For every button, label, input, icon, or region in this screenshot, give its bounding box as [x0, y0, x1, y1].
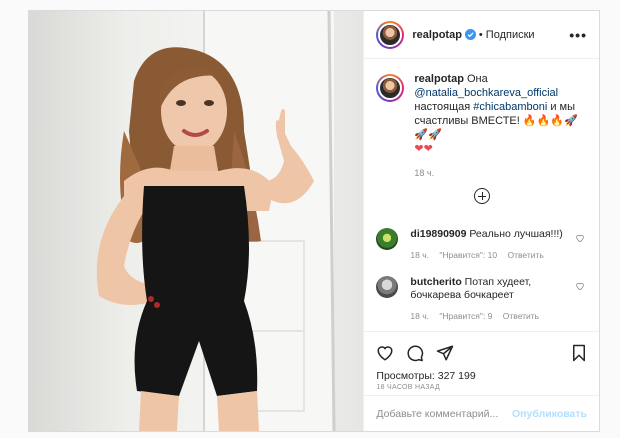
views-count[interactable]: Просмотры: 327 199 — [376, 370, 587, 382]
comment-reply-button[interactable]: Ответить — [503, 311, 539, 321]
comment-input[interactable] — [376, 407, 513, 420]
caption-time[interactable]: 18 ч. — [414, 166, 584, 180]
caption-text-2: настоящая — [414, 101, 471, 113]
comment-avatar[interactable] — [376, 228, 399, 250]
share-paper-plane-icon[interactable] — [436, 344, 454, 362]
comment-bubble-icon[interactable] — [406, 344, 424, 362]
like-heart-icon[interactable] — [376, 344, 394, 362]
comment-text: Реально лучшая!!!) — [469, 228, 563, 240]
post-header: realpotap • Подписки ••• — [364, 11, 599, 59]
caption-avatar[interactable] — [376, 74, 405, 102]
post-age[interactable]: 18 ЧАСОВ НАЗАД — [376, 384, 440, 391]
caption-text-1: Она — [466, 73, 488, 85]
author-avatar[interactable] — [376, 20, 405, 49]
comment-body: butcherito Потап худеет, бочкарева бочка… — [410, 276, 570, 323]
verified-badge-icon — [464, 29, 476, 40]
comments-section: realpotap Она @natalia_bochkareva_offici… — [364, 60, 599, 330]
separator-dot: • — [478, 28, 483, 41]
publish-button[interactable]: Опубликовать — [512, 408, 587, 420]
caption-hearts: ❤❤ — [414, 143, 433, 155]
add-comment-bar: Опубликовать — [364, 395, 599, 431]
comment-reply-button[interactable]: Ответить — [508, 250, 544, 260]
caption-mention[interactable]: @natalia_bochkareva_official — [414, 87, 558, 99]
photo-illustration — [96, 11, 336, 431]
comment-item: di19890909 Реально лучшая!!!) 18 ч. "Нра… — [376, 228, 587, 262]
caption-body: realpotap Она @natalia_bochkareva_offici… — [414, 72, 584, 180]
comment-item: butcherito Потап худеет, бочкарева бочка… — [376, 276, 587, 323]
comment-like-heart-icon[interactable] — [575, 281, 585, 291]
comment-username[interactable]: butcherito — [410, 276, 461, 288]
comment-body: di19890909 Реально лучшая!!!) 18 ч. "Нра… — [410, 228, 570, 262]
caption-hashtag[interactable]: #chicabamboni — [473, 101, 547, 113]
more-options-icon[interactable]: ••• — [569, 27, 587, 43]
comment-like-heart-icon[interactable] — [575, 233, 585, 243]
action-icons — [376, 342, 587, 364]
instagram-post: realpotap • Подписки ••• realpotap Она @… — [28, 10, 600, 432]
post-caption: realpotap Она @natalia_bochkareva_offici… — [376, 72, 587, 180]
bookmark-icon[interactable] — [571, 344, 587, 362]
post-photo[interactable] — [29, 11, 364, 431]
load-more-comments-icon[interactable] — [474, 188, 491, 204]
comment-meta: 18 ч. "Нравится": 10 Ответить — [410, 249, 570, 262]
comment-username[interactable]: di19890909 — [410, 228, 466, 240]
comment-time[interactable]: 18 ч. — [410, 311, 429, 321]
comment-time[interactable]: 18 ч. — [410, 250, 429, 260]
comment-likes[interactable]: "Нравится": 10 — [439, 250, 497, 260]
author-username[interactable]: realpotap — [412, 29, 462, 41]
caption-username[interactable]: realpotap — [414, 73, 464, 85]
post-side-panel: realpotap • Подписки ••• realpotap Она @… — [363, 11, 599, 431]
comment-likes[interactable]: "Нравится": 9 — [439, 311, 492, 321]
post-actions: Просмотры: 327 199 — [364, 331, 599, 382]
comment-meta: 18 ч. "Нравится": 9 Ответить — [410, 310, 570, 323]
following-button[interactable]: Подписки — [486, 29, 535, 41]
comment-avatar[interactable] — [376, 276, 399, 298]
